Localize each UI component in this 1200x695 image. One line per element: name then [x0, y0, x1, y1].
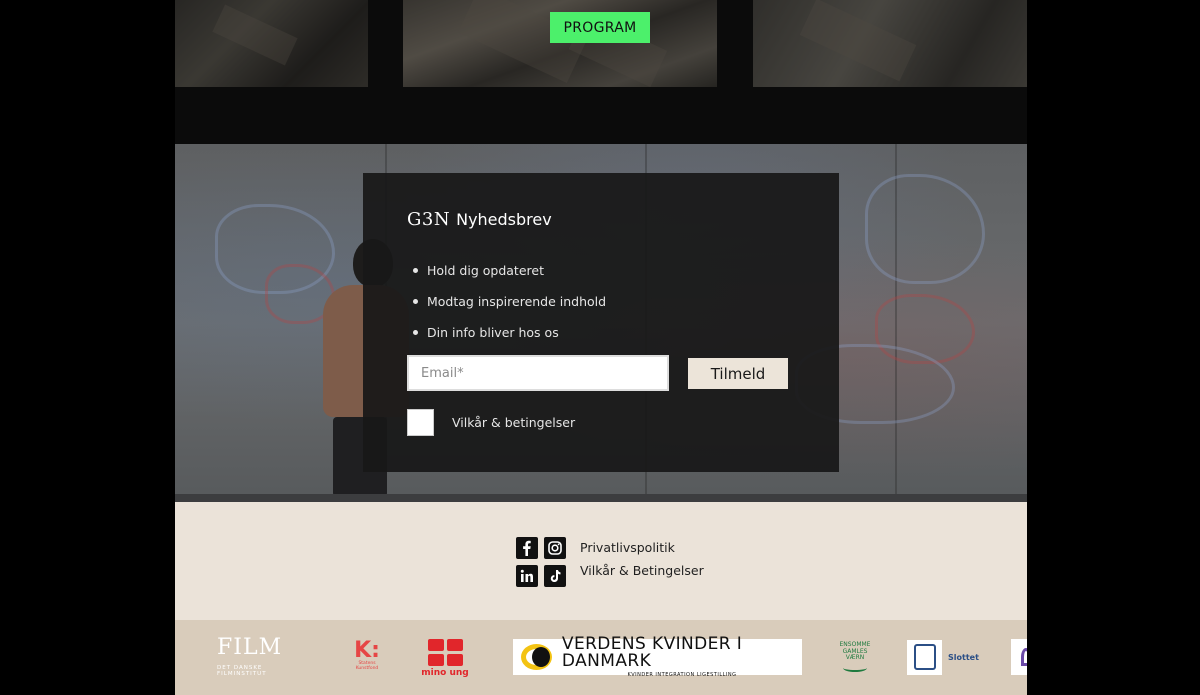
list-item: Hold dig opdateret — [413, 255, 606, 286]
footer: Privatlivspolitik Vilkår & Betingelser — [175, 502, 1027, 620]
newsletter-benefits: Hold dig opdateret Modtag inspirerende i… — [413, 255, 606, 348]
newsletter-card: G3N Nyhedsbrev Hold dig opdateret Modtag… — [363, 173, 839, 472]
facebook-icon[interactable] — [516, 537, 538, 559]
bullet-icon — [413, 299, 418, 304]
terms-checkbox[interactable] — [407, 409, 434, 436]
bullet-icon — [413, 268, 418, 273]
list-item: Din info bliver hos os — [413, 317, 606, 348]
ensomme-gamles-vaern-logo[interactable]: ENSOMME GAMLES VÆRN — [836, 636, 874, 678]
mino-ung-logo[interactable]: mino ung — [415, 637, 475, 679]
terms-label: Vilkår & betingelser — [452, 415, 576, 430]
list-item: Modtag inspirerende indhold — [413, 286, 606, 317]
page: PROGRAM G3N Nyhedsbrev Hold dig opdatere… — [175, 0, 1027, 695]
gallery-strip: PROGRAM — [175, 0, 1027, 144]
program-button[interactable]: PROGRAM — [550, 12, 650, 43]
terms-conditions-link[interactable]: Vilkår & Betingelser — [580, 563, 704, 578]
s-icon — [1021, 648, 1027, 666]
linkedin-icon[interactable] — [516, 565, 538, 587]
g3n-logo: G3N — [407, 209, 451, 230]
terms-row: Vilkår & betingelser — [407, 409, 575, 436]
gallery-image-3[interactable] — [753, 0, 1027, 87]
partner-logos: FILM DET DANSKE FILMINSTITUT K: Statens … — [175, 620, 1027, 695]
gallery-image-1[interactable] — [175, 0, 368, 87]
partner-logo-partial[interactable] — [1011, 639, 1027, 675]
social-links — [516, 537, 566, 587]
kunstfond-logo[interactable]: K: Statens Kunstfond — [354, 636, 380, 676]
verdens-kvinder-logo[interactable]: VERDENS KVINDER I DANMARK KVINDER INTEGR… — [513, 636, 802, 678]
newsletter-title: G3N Nyhedsbrev — [407, 209, 552, 230]
email-field[interactable] — [407, 355, 669, 391]
vkid-circle-icon — [521, 644, 552, 670]
instagram-icon[interactable] — [544, 537, 566, 559]
tiktok-icon[interactable] — [544, 565, 566, 587]
crest-icon — [907, 639, 942, 675]
newsletter-section: G3N Nyhedsbrev Hold dig opdateret Modtag… — [175, 144, 1027, 502]
footer-links: Privatlivspolitik Vilkår & Betingelser — [580, 540, 704, 578]
subscribe-button[interactable]: Tilmeld — [688, 358, 788, 389]
dfi-logo[interactable]: FILM DET DANSKE FILMINSTITUT — [217, 636, 307, 678]
leaf-icon — [843, 664, 867, 672]
newsletter-heading: Nyhedsbrev — [456, 210, 552, 229]
slottet-logo[interactable]: Slottet — [907, 639, 979, 675]
bullet-icon — [413, 330, 418, 335]
privacy-policy-link[interactable]: Privatlivspolitik — [580, 540, 704, 555]
